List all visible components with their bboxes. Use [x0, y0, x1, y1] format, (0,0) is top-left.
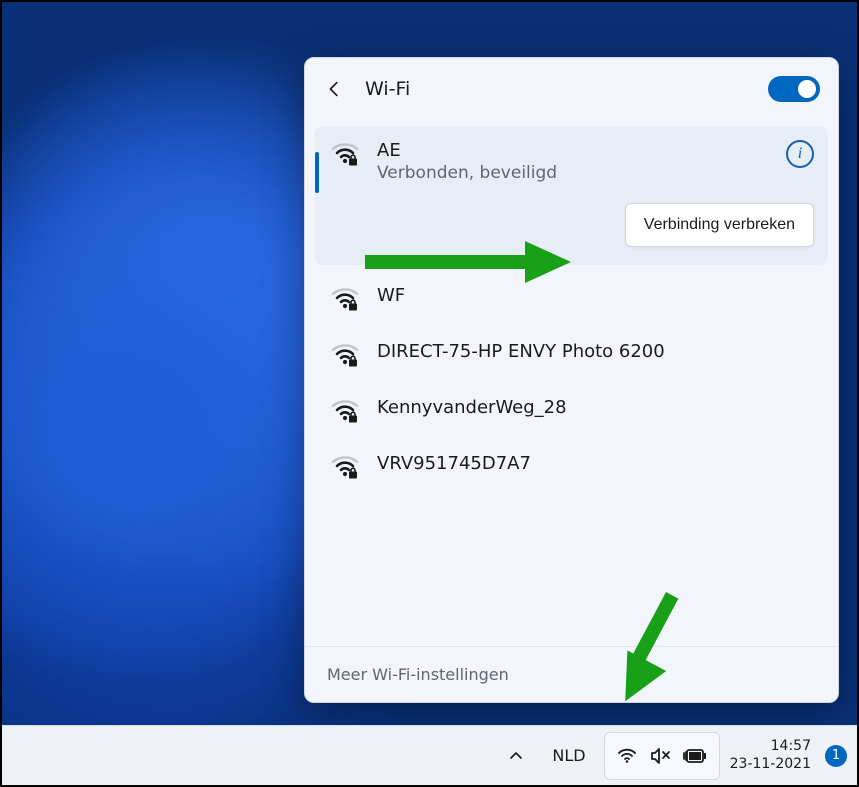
wifi-network-item[interactable]: VRV951745D7A7 [305, 439, 838, 495]
wifi-network-name: WF [377, 285, 405, 306]
wifi-network-name: AE [377, 140, 768, 161]
taskbar-date: 23-11-2021 [730, 756, 811, 774]
wifi-network-item[interactable]: WF [305, 271, 838, 327]
wifi-panel-header: Wi-Fi [305, 58, 838, 120]
wifi-panel: Wi-Fi AE Verbonden, bev [304, 57, 839, 703]
wifi-network-item[interactable]: AE Verbonden, beveiligd i Verbinding ver… [315, 126, 828, 265]
wifi-secured-icon [331, 453, 359, 481]
info-icon[interactable]: i [786, 140, 814, 168]
wifi-network-name: DIRECT-75-HP ENVY Photo 6200 [377, 341, 665, 362]
wifi-network-name: VRV951745D7A7 [377, 453, 531, 474]
taskbar: NLD 14:57 23-11-2021 [2, 725, 857, 785]
back-button[interactable] [323, 77, 347, 101]
wifi-network-info: AE Verbonden, beveiligd [377, 140, 768, 183]
language-indicator[interactable]: NLD [540, 732, 597, 780]
wifi-network-item[interactable]: KennyvanderWeg_28 [305, 383, 838, 439]
wifi-secured-icon [331, 285, 359, 313]
taskbar-clock[interactable]: 14:57 23-11-2021 [726, 738, 815, 773]
tray-overflow-button[interactable] [498, 732, 534, 780]
wifi-network-list: AE Verbonden, beveiligd i Verbinding ver… [305, 120, 838, 646]
taskbar-time: 14:57 [730, 738, 811, 756]
notification-badge[interactable]: 1 [825, 745, 847, 767]
wifi-secured-icon [331, 397, 359, 425]
wifi-secured-icon [331, 341, 359, 369]
disconnect-button[interactable]: Verbinding verbreken [625, 203, 814, 247]
more-wifi-settings-link[interactable]: Meer Wi-Fi-instellingen [305, 646, 838, 702]
battery-charging-icon [683, 748, 707, 764]
wifi-network-status: Verbonden, beveiligd [377, 163, 768, 183]
systray-quick-settings[interactable] [604, 732, 720, 780]
volume-muted-icon [649, 746, 671, 766]
wifi-network-item[interactable]: DIRECT-75-HP ENVY Photo 6200 [305, 327, 838, 383]
wifi-secured-icon [331, 140, 359, 168]
wifi-network-name: KennyvanderWeg_28 [377, 397, 567, 418]
wifi-toggle[interactable] [768, 76, 820, 102]
wifi-panel-title: Wi-Fi [365, 78, 750, 100]
wifi-tray-icon [617, 746, 637, 766]
